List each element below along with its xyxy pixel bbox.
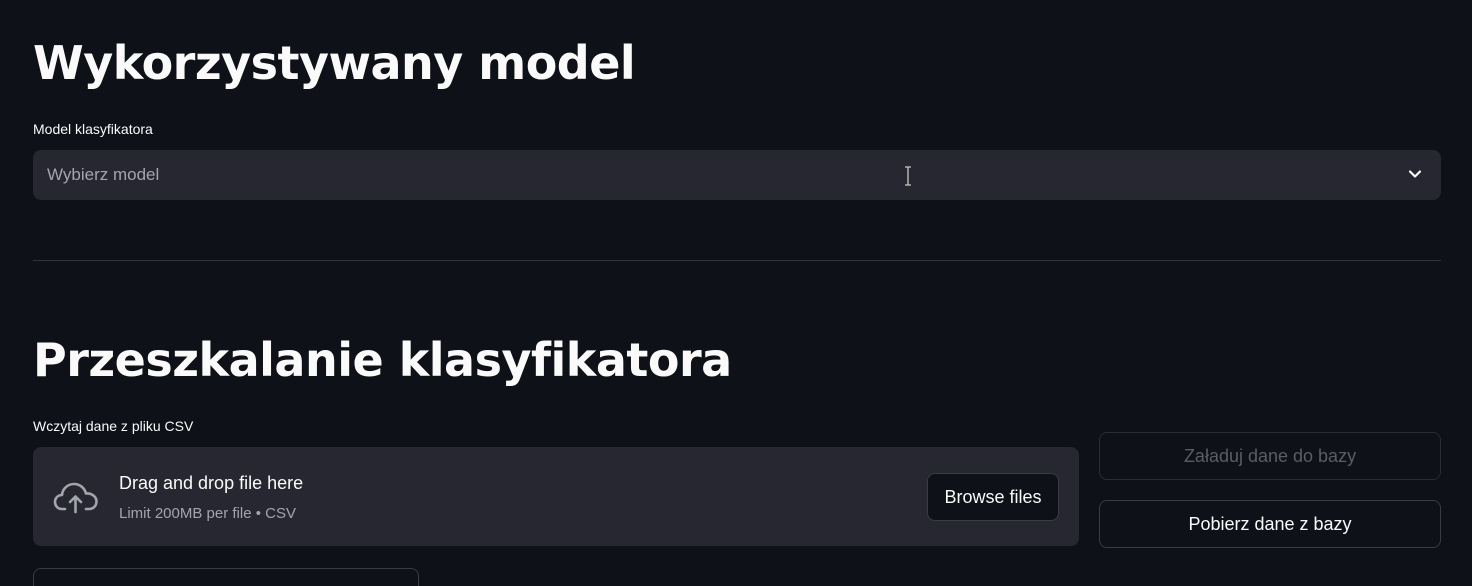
upload-to-db-button[interactable]: Załaduj dane do bazy [1099,432,1441,480]
app-page: Wykorzystywany model Model klasyfikatora… [0,0,1472,586]
model-select-label: Model klasyfikatora [33,121,153,137]
file-uploader-label: Wczytaj dane z pliku CSV [33,418,194,434]
text-cursor-icon [905,166,911,186]
fetch-from-db-button[interactable]: Pobierz dane z bazy [1099,500,1441,548]
file-dropzone[interactable]: Drag and drop file here Limit 200MB per … [33,447,1079,546]
retrain-section-title: Przeszkalanie klasyfikatora [33,333,732,387]
model-select[interactable]: Wybierz model [33,150,1441,200]
browse-files-button[interactable]: Browse files [927,473,1059,521]
dropzone-instructions: Drag and drop file here [119,473,304,493]
dropzone-limit-text: Limit 200MB per file • CSV [119,505,296,522]
partial-button[interactable] [33,568,419,586]
chevron-down-icon [1408,170,1422,178]
cloud-upload-icon [53,482,98,514]
model-select-placeholder: Wybierz model [47,165,160,184]
model-section-title: Wykorzystywany model [33,36,636,90]
section-divider [33,260,1441,261]
